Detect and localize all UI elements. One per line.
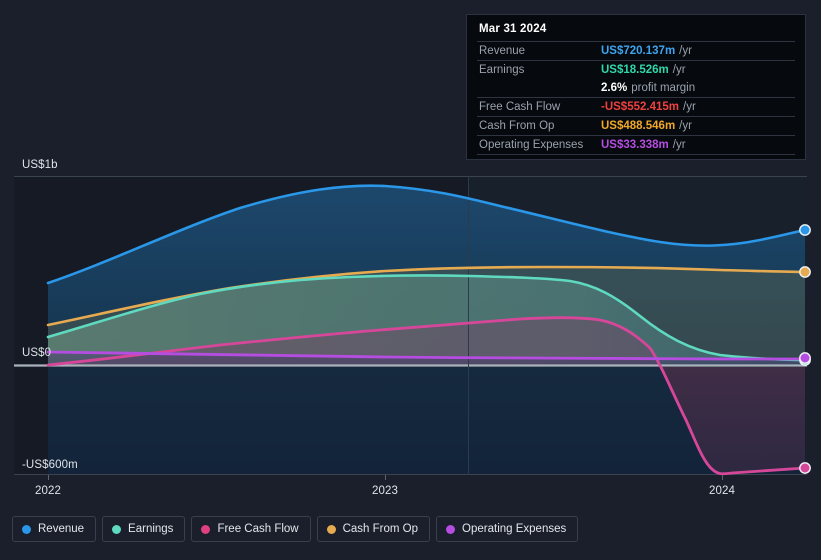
legend-dot-earnings-icon <box>112 524 122 534</box>
tooltip-label-cash-from-op: Cash From Op <box>479 120 555 132</box>
legend-dot-cash-from-op-icon <box>326 524 336 534</box>
chart-tooltip: Mar 31 2024 Revenue US$720.137m /yr Earn… <box>466 14 806 160</box>
legend-item-revenue[interactable]: Revenue <box>12 516 97 542</box>
tooltip-label-earnings: Earnings <box>479 64 525 76</box>
x-axis-label-2022: 2022 <box>35 485 61 497</box>
tooltip-value-revenue: US$720.137m <box>601 45 676 57</box>
tooltip-suffix-cash-from-op: /yr <box>679 120 692 132</box>
legend-dot-revenue-icon <box>22 524 31 534</box>
tooltip-label-operating-expenses: Operating Expenses <box>479 139 584 151</box>
legend-item-free-cash-flow[interactable]: Free Cash Flow <box>191 516 311 542</box>
legend-dot-free-cash-flow-icon <box>201 524 211 534</box>
y-axis-label-bottom: -US$600m <box>22 459 78 471</box>
chart-page: US$1b US$0 -US$600m 2022 2023 2024 Mar 3… <box>0 0 821 560</box>
tooltip-suffix-earnings: /yr <box>672 64 686 76</box>
tooltip-label-revenue: Revenue <box>479 45 526 57</box>
tooltip-suffix-profit-margin: profit margin <box>631 82 696 94</box>
tooltip-row-free-cash-flow: Free Cash Flow -US$552.415m /yr <box>477 97 795 116</box>
endpoint-operatingexpenses <box>799 352 811 364</box>
tooltip-value-operating-expenses: US$33.338m <box>601 139 669 151</box>
tooltip-value-cash-from-op: US$488.546m <box>601 120 676 132</box>
legend-item-earnings[interactable]: Earnings <box>102 516 186 542</box>
tooltip-row-revenue: Revenue US$720.137m /yr <box>477 41 795 60</box>
tooltip-row-profit-margin: 2.6% profit margin <box>477 79 795 97</box>
tooltip-value-earnings: US$18.526m <box>601 64 669 76</box>
tooltip-row-cash-from-op: Cash From Op US$488.546m /yr <box>477 116 795 135</box>
tooltip-row-earnings: Earnings US$18.526m /yr <box>477 60 795 79</box>
tooltip-suffix-operating-expenses: /yr <box>672 139 686 151</box>
endpoint-freecashflow <box>799 462 811 474</box>
legend-label-earnings: Earnings <box>128 523 174 535</box>
legend-item-cash-from-op[interactable]: Cash From Op <box>316 516 431 542</box>
y-axis-label-zero: US$0 <box>22 347 52 359</box>
tooltip-date: Mar 31 2024 <box>479 23 547 35</box>
tooltip-suffix-free-cash-flow: /yr <box>683 101 696 113</box>
legend-dot-operating-expenses-icon <box>446 524 456 534</box>
x-axis-label-2024: 2024 <box>709 485 735 497</box>
legend-item-operating-expenses[interactable]: Operating Expenses <box>436 516 579 542</box>
chart-legend: Revenue Earnings Free Cash Flow Cash Fro… <box>12 516 579 542</box>
tooltip-suffix-revenue: /yr <box>679 45 692 57</box>
tooltip-value-free-cash-flow: -US$552.415m <box>601 101 679 113</box>
x-axis-label-2023: 2023 <box>372 485 398 497</box>
y-axis-label-top: US$1b <box>22 159 58 171</box>
tooltip-row-operating-expenses: Operating Expenses US$33.338m /yr <box>477 135 795 155</box>
legend-label-operating-expenses: Operating Expenses <box>462 523 567 535</box>
legend-label-cash-from-op: Cash From Op <box>342 523 419 535</box>
endpoint-revenue <box>799 224 811 236</box>
tooltip-label-free-cash-flow: Free Cash Flow <box>479 101 561 113</box>
legend-label-free-cash-flow: Free Cash Flow <box>217 523 299 535</box>
legend-label-revenue: Revenue <box>38 523 85 535</box>
tooltip-value-profit-margin: 2.6% <box>601 82 628 94</box>
endpoint-cashfromop <box>799 266 811 278</box>
